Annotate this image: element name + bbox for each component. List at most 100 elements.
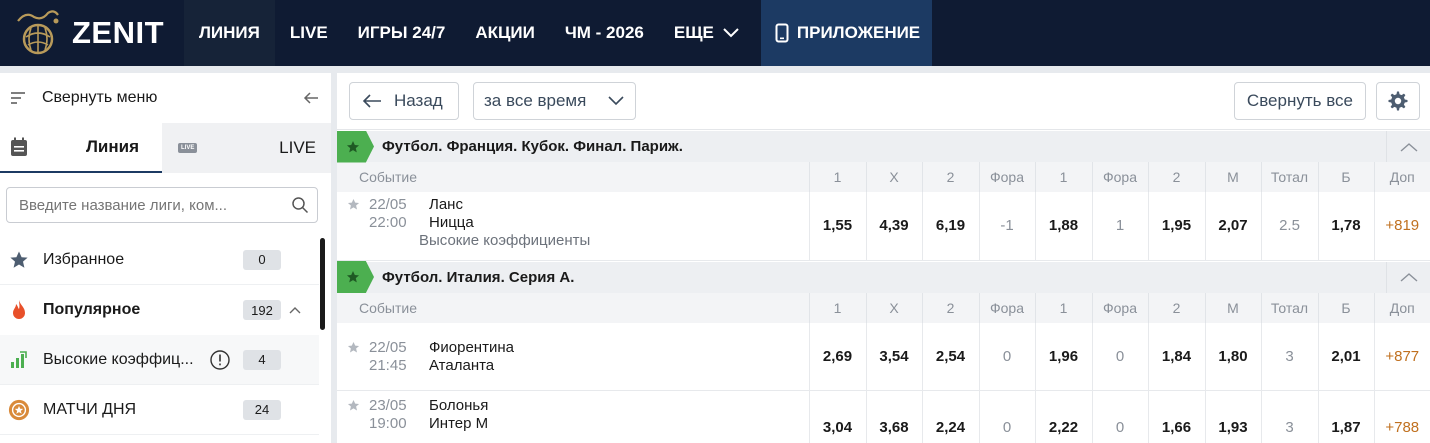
logo[interactable]: ZENIT	[0, 0, 184, 66]
event-date: 23/05	[369, 397, 407, 414]
odd-win2[interactable]: 2,54	[921, 322, 979, 391]
sidebar-item-label: МАТЧИ ДНЯ	[43, 400, 137, 418]
sidebar-scrollbar[interactable]	[320, 238, 325, 330]
sidebar-item-favorites[interactable]: Избранное 0	[0, 235, 319, 285]
more-markets-link[interactable]: +788	[1373, 390, 1430, 443]
section-star[interactable]	[337, 130, 374, 163]
tab-live[interactable]: LIVE LIVE	[162, 123, 331, 173]
odd-handicap2[interactable]: 1,66	[1147, 390, 1205, 443]
live-badge-icon: LIVE	[178, 143, 198, 153]
tab-line[interactable]: Линия	[0, 123, 162, 173]
league-search-input[interactable]	[19, 196, 291, 214]
odd-handicap1[interactable]: 1,96	[1034, 322, 1092, 391]
star-icon	[8, 250, 30, 270]
handicap1-value: 0	[978, 322, 1035, 391]
period-select[interactable]: за все время	[473, 82, 636, 120]
chevron-up-icon	[1400, 142, 1417, 152]
chevron-up-icon	[1400, 273, 1417, 282]
nav-more[interactable]: ЕЩЕ	[659, 0, 755, 66]
settings-button[interactable]	[1376, 82, 1420, 120]
nav-promotions[interactable]: АКЦИИ	[460, 0, 550, 66]
odd-over[interactable]: 1,78	[1317, 192, 1374, 261]
col-header: 2	[1147, 162, 1205, 192]
nav-live-label: LIVE	[289, 23, 328, 42]
sidebar-item-popular[interactable]: Популярное 192	[0, 285, 319, 335]
event-cell[interactable]: 23/05 Болонья 19:00 Интер М	[337, 390, 809, 443]
more-markets-link[interactable]: +819	[1373, 192, 1430, 261]
odd-draw[interactable]: 3,54	[865, 322, 922, 391]
odd-handicap2[interactable]: 1,84	[1147, 322, 1205, 391]
odd-win2[interactable]: 6,19	[921, 192, 979, 261]
nav-line[interactable]: ЛИНИЯ	[184, 0, 275, 66]
handicap2-value: 1	[1091, 192, 1148, 261]
odd-draw[interactable]: 3,68	[865, 390, 922, 443]
section-collapse[interactable]	[1386, 261, 1430, 293]
event-row[interactable]: 23/05 Болонья 19:00 Интер М 3,04 3,68 2,…	[337, 390, 1430, 443]
odd-win2[interactable]: 2,24	[921, 390, 979, 443]
col-header: 1	[1034, 162, 1092, 192]
collapse-menu-row[interactable]: Свернуть меню	[0, 73, 331, 123]
sidebar-item-matches-of-day[interactable]: МАТЧИ ДНЯ 24	[0, 385, 319, 435]
event-row[interactable]: 22/05 Фиорентина 21:45 Аталанта 2,69 3,5…	[337, 322, 1430, 391]
odd-under[interactable]: 1,80	[1204, 322, 1261, 391]
odd-handicap1[interactable]: 2,22	[1034, 390, 1092, 443]
section-collapse[interactable]	[1386, 131, 1430, 162]
team-home: Ланс	[429, 196, 463, 213]
section-header[interactable]: Футбол. Франция. Кубок. Финал. Париж.	[337, 130, 1430, 163]
back-button[interactable]: Назад	[349, 82, 459, 120]
team-away: Аталанта	[429, 356, 495, 374]
star-icon	[346, 140, 359, 152]
odd-win1[interactable]: 3,04	[808, 390, 866, 443]
odd-handicap2[interactable]: 1,95	[1147, 192, 1205, 261]
more-markets-link[interactable]: +877	[1373, 322, 1430, 391]
col-header: Доп	[1373, 162, 1430, 192]
odd-under[interactable]: 2,07	[1204, 192, 1261, 261]
odd-handicap1[interactable]: 1,88	[1034, 192, 1092, 261]
section-header[interactable]: Футбол. Италия. Серия А.	[337, 260, 1430, 293]
search-wrap	[0, 173, 331, 235]
col-event: Событие	[337, 292, 809, 323]
tab-live-label: LIVE	[279, 138, 316, 157]
nav-app[interactable]: ПРИЛОЖЕНИЕ	[760, 0, 933, 66]
toolbar: Назад за все время Свернуть все	[337, 73, 1430, 130]
odd-draw[interactable]: 4,39	[865, 192, 922, 261]
nav-world-cup[interactable]: ЧМ - 2026	[550, 0, 659, 66]
star-outline-icon[interactable]	[347, 399, 360, 412]
event-cell[interactable]: 22/05 Фиорентина 21:45 Аталанта	[337, 322, 809, 391]
chevron-up-icon[interactable]	[289, 306, 301, 314]
sidebar-item-high-odds[interactable]: Высокие коэффиц... 4	[0, 335, 319, 385]
collapse-all-button[interactable]: Свернуть все	[1233, 82, 1366, 120]
nav-live[interactable]: LIVE	[275, 0, 343, 66]
col-header: М	[1204, 292, 1261, 323]
arrow-left-icon	[362, 94, 381, 108]
sidebar-tabs: Линия LIVE LIVE	[0, 123, 331, 173]
team-home: Болонья	[429, 397, 489, 414]
search-icon[interactable]	[291, 196, 309, 214]
odd-over[interactable]: 2,01	[1317, 322, 1374, 391]
section-star[interactable]	[337, 261, 374, 293]
phone-icon	[775, 23, 789, 43]
col-header: Доп	[1373, 292, 1430, 323]
odd-win1[interactable]: 2,69	[808, 322, 866, 391]
odd-win1[interactable]: 1,55	[808, 192, 866, 261]
handicap2-value: 0	[1091, 322, 1148, 391]
info-icon[interactable]	[209, 349, 231, 371]
sidebar-item-label: Популярное	[43, 301, 141, 318]
col-header: Тотал	[1260, 162, 1318, 192]
table-header-row: Событие 1 X 2 Фора 1 Фора 2 М Тотал Б До…	[337, 162, 1430, 192]
back-button-label: Назад	[394, 91, 443, 110]
col-header: Б	[1317, 162, 1374, 192]
star-outline-icon[interactable]	[347, 198, 360, 211]
odd-under[interactable]: 1,93	[1204, 390, 1261, 443]
collapse-all-label: Свернуть все	[1246, 91, 1353, 110]
nav-games[interactable]: ИГРЫ 24/7	[343, 0, 461, 66]
event-row[interactable]: 22/05 Ланс 22:00 Ницца Высокие коэффицие…	[337, 192, 1430, 261]
col-header: 1	[1034, 292, 1092, 323]
col-header: 2	[921, 162, 979, 192]
col-header: Фора	[978, 162, 1035, 192]
event-cell[interactable]: 22/05 Ланс 22:00 Ницца Высокие коэффицие…	[337, 192, 809, 261]
star-outline-icon[interactable]	[347, 341, 360, 354]
logo-text: ZENIT	[72, 15, 165, 50]
nav-promotions-label: АКЦИИ	[475, 23, 535, 42]
odd-over[interactable]: 1,87	[1317, 390, 1374, 443]
